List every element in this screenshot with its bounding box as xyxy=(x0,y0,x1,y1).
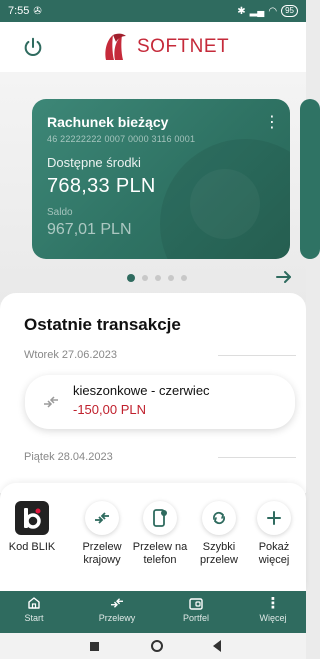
carousel-dot[interactable] xyxy=(168,275,174,281)
saldo-label: Saldo xyxy=(47,207,73,218)
brand-name: SOFTNET xyxy=(137,36,230,57)
tab-przelewy[interactable]: Przelewy xyxy=(87,594,147,623)
available-funds-label: Dostępne środki xyxy=(47,155,141,170)
arrow-right-icon[interactable] xyxy=(275,268,293,286)
status-bar: 7:55 ✇ ✱ ▂▄ ◠ 95 xyxy=(0,0,306,22)
more-icon: ⋮ xyxy=(265,595,281,612)
carousel-dot[interactable] xyxy=(181,275,187,281)
recent-apps-icon[interactable] xyxy=(90,642,99,651)
tab-label: Start xyxy=(24,613,44,623)
phone-transfer-icon xyxy=(143,501,177,535)
home-icon xyxy=(4,594,64,612)
transfer-icon xyxy=(87,594,147,612)
tab-label: Portfel xyxy=(182,613,209,623)
action-label: Kod BLIK xyxy=(8,541,56,553)
notification-icon: ✇ xyxy=(33,5,42,17)
brand-logo: SOFTNET xyxy=(103,32,229,62)
divider xyxy=(218,355,296,356)
transaction-item[interactable]: kieszonkowe - czerwiec -150,00 PLN xyxy=(25,375,295,429)
show-more-action[interactable]: Pokaż więcej xyxy=(246,501,302,567)
domestic-transfer-action[interactable]: Przelew krajowy xyxy=(74,501,130,567)
account-carousel: Rachunek bieżący 46 22222222 0007 0000 3… xyxy=(0,72,320,302)
account-title: Rachunek bieżący xyxy=(47,114,169,130)
divider xyxy=(218,457,296,458)
status-time: 7:55 xyxy=(8,5,30,17)
battery-indicator: 95 xyxy=(281,5,298,17)
quick-transfer-icon xyxy=(202,501,236,535)
top-bar: SOFTNET xyxy=(0,22,306,72)
section-title: Ostatnie transakcje xyxy=(24,315,181,334)
blik-code-action[interactable]: Kod BLIK xyxy=(4,501,60,554)
action-label: Przelew krajowy xyxy=(82,541,122,566)
tab-label: Więcej xyxy=(259,613,287,623)
tab-label: Przelewy xyxy=(98,613,136,623)
kebab-menu-icon[interactable]: ⋮ xyxy=(264,115,280,131)
account-number: 46 22222222 0007 0000 3116 0001 xyxy=(47,134,196,144)
recent-transactions-panel: Ostatnie transakcje Wtorek 27.06.2023 ki… xyxy=(0,293,306,493)
power-icon[interactable] xyxy=(22,36,44,58)
plus-icon xyxy=(257,501,291,535)
action-label: Szybki przelew xyxy=(200,541,238,566)
back-icon[interactable] xyxy=(213,640,221,652)
transfer-icon xyxy=(85,501,119,535)
signal-icon: ▂▄ xyxy=(249,5,265,17)
bluetooth-icon: ✱ xyxy=(237,5,246,17)
carousel-dot[interactable] xyxy=(142,275,148,281)
account-card[interactable]: Rachunek bieżący 46 22222222 0007 0000 3… xyxy=(32,99,290,259)
carousel-indicator xyxy=(127,274,187,282)
blik-icon xyxy=(15,501,49,535)
transfer-icon xyxy=(44,396,58,408)
transaction-date-header: Piątek 28.04.2023 xyxy=(24,451,113,463)
transaction-title: kieszonkowe - czerwiec xyxy=(73,383,210,398)
available-funds-value: 768,33 PLN xyxy=(47,175,156,197)
quick-transfer-action[interactable]: Szybki przelew xyxy=(191,501,247,567)
action-label: Pokaż więcej xyxy=(258,541,290,566)
home-button-icon[interactable] xyxy=(151,640,163,652)
wallet-icon xyxy=(166,594,226,612)
bottom-tab-bar: Start Przelewy Portfel ⋮ Więcej xyxy=(0,591,306,633)
quick-actions: Kod BLIK Przelew krajowy Przelew na tele… xyxy=(0,483,306,591)
action-label: Przelew na telefon xyxy=(132,541,188,566)
saldo-value: 967,01 PLN xyxy=(47,221,132,238)
phone-transfer-action[interactable]: Przelew na telefon xyxy=(131,501,189,567)
transaction-amount: -150,00 PLN xyxy=(73,402,146,417)
carousel-dot[interactable] xyxy=(127,274,135,282)
tab-start[interactable]: Start xyxy=(4,594,64,623)
softnet-logo-icon xyxy=(105,33,126,60)
tab-wiecej[interactable]: ⋮ Więcej xyxy=(243,594,303,623)
next-account-card[interactable] xyxy=(300,99,320,259)
carousel-dot[interactable] xyxy=(155,275,161,281)
tab-portfel[interactable]: Portfel xyxy=(166,594,226,623)
transaction-date-header: Wtorek 27.06.2023 xyxy=(24,349,117,361)
system-navigation-bar xyxy=(0,633,306,659)
wifi-icon: ◠ xyxy=(268,5,278,17)
